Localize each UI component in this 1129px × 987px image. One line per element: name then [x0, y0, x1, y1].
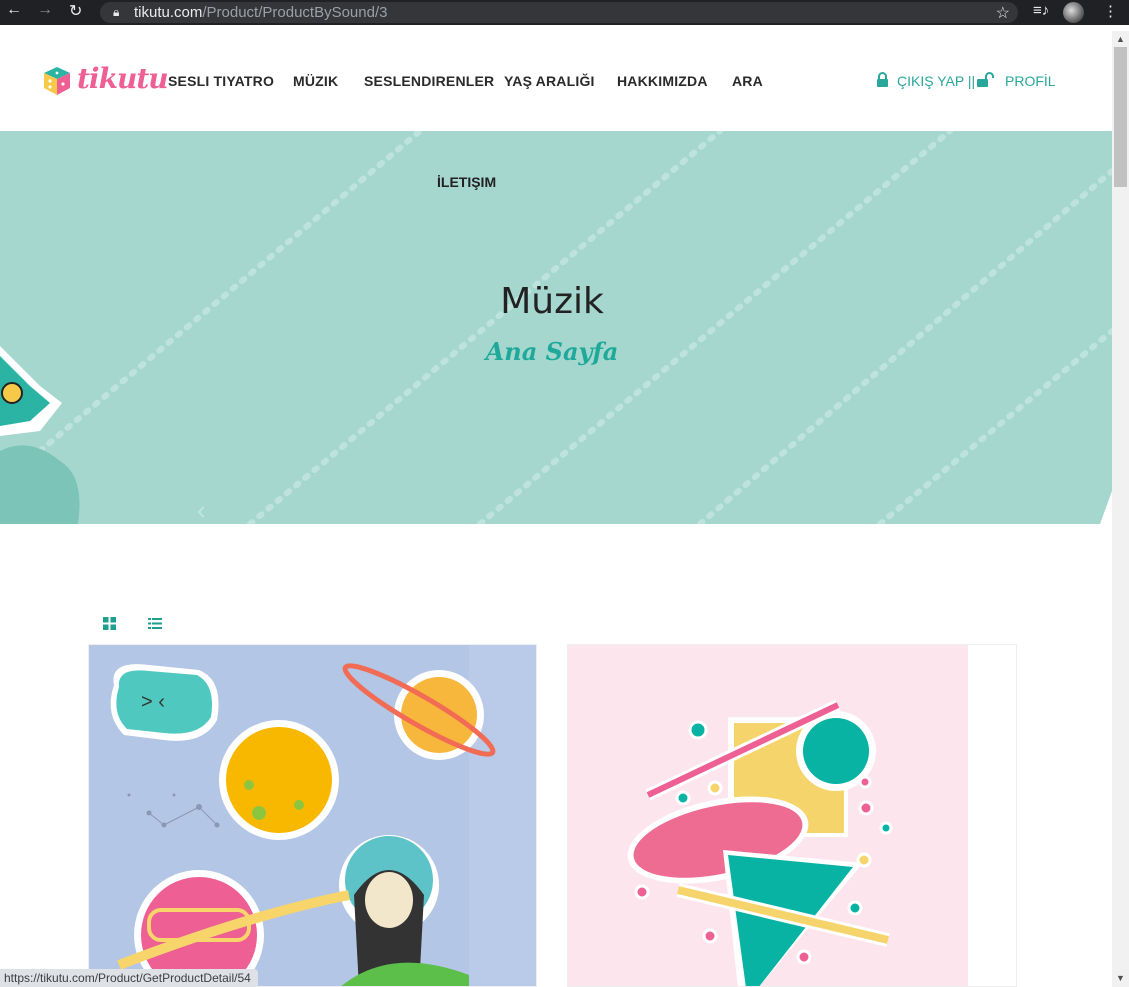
page-title: Müzik	[500, 281, 604, 322]
chalk-texture-decoration	[0, 131, 1112, 524]
product-card[interactable]	[567, 644, 1017, 987]
forward-arrow-icon[interactable]: →	[37, 1, 53, 19]
menu-item-muzik[interactable]: MÜZIK	[293, 73, 338, 89]
page-scrollbar[interactable]: ▲ ▼	[1112, 31, 1129, 987]
breadcrumb-home-link[interactable]: Ana Sayfa	[0, 337, 1104, 366]
menu-item-iletisim[interactable]: İLETIŞIM	[437, 174, 496, 190]
lock-icon	[877, 72, 888, 87]
menu-item-hakkimizda[interactable]: HAKKIMIZDA	[617, 73, 708, 89]
planets-illustration: > ‹	[89, 645, 536, 986]
browser-toolbar: ← → ↻ 🔒︎ tikutu.com/Product/ProductBySou…	[0, 0, 1129, 25]
list-icon[interactable]	[148, 617, 162, 630]
url-domain: tikutu.com	[134, 4, 203, 21]
menu-item-seslendirenler[interactable]: SESLENDIRENLER	[364, 73, 494, 89]
menu-item-ara[interactable]: ARA	[732, 73, 763, 89]
profile-link[interactable]: PROFİL	[1005, 73, 1056, 89]
back-arrow-icon[interactable]: ←	[6, 1, 22, 19]
product-card[interactable]: > ‹	[88, 644, 537, 987]
status-bar-link: https://tikutu.com/Product/GetProductDet…	[0, 969, 258, 987]
media-control-icon[interactable]: ≡♪	[1033, 2, 1049, 19]
menu-item-yas-araligi[interactable]: YAŞ ARALIĞI	[504, 73, 595, 89]
unlock-icon	[977, 72, 994, 87]
scrollbar-thumb[interactable]	[1114, 47, 1127, 187]
tikutu-logo[interactable]: tikutu	[42, 62, 169, 100]
reload-icon[interactable]: ↻	[69, 1, 82, 21]
cube-logo-icon	[44, 67, 70, 95]
svg-text:> ‹: > ‹	[141, 691, 165, 713]
grid-icon[interactable]	[103, 617, 116, 630]
menu-item-sesli-tiyatro[interactable]: SESLI TIYATRO	[168, 73, 274, 89]
site-header: tikutu SESLI TIYATRO MÜZIK SESLENDIRENLE…	[0, 31, 1112, 131]
logout-link[interactable]: ÇIKIŞ YAP ||	[897, 73, 975, 89]
padlock-icon[interactable]: 🔒︎	[113, 5, 119, 20]
scroll-up-arrow-icon[interactable]: ▲	[1116, 34, 1125, 44]
profile-avatar-icon[interactable]	[1063, 2, 1084, 23]
hero-banner: İLETIŞIM Müzik Ana Sayfa ‹	[0, 131, 1112, 524]
logo-wordmark: tikutu	[77, 62, 169, 95]
url-path: /Product/ProductBySound/3	[202, 4, 388, 21]
address-bar[interactable]: 🔒︎ tikutu.com/Product/ProductBySound/3 ☆	[100, 2, 1018, 23]
web-page: tikutu SESLI TIYATRO MÜZIK SESLENDIRENLE…	[0, 31, 1112, 987]
slider-prev-arrow-icon[interactable]: ‹	[197, 495, 206, 524]
scroll-down-arrow-icon[interactable]: ▼	[1116, 973, 1125, 983]
shapes-illustration	[568, 645, 1016, 986]
browser-menu-icon[interactable]: ⋮	[1103, 2, 1118, 20]
bookmark-star-icon[interactable]: ☆	[996, 3, 1010, 23]
